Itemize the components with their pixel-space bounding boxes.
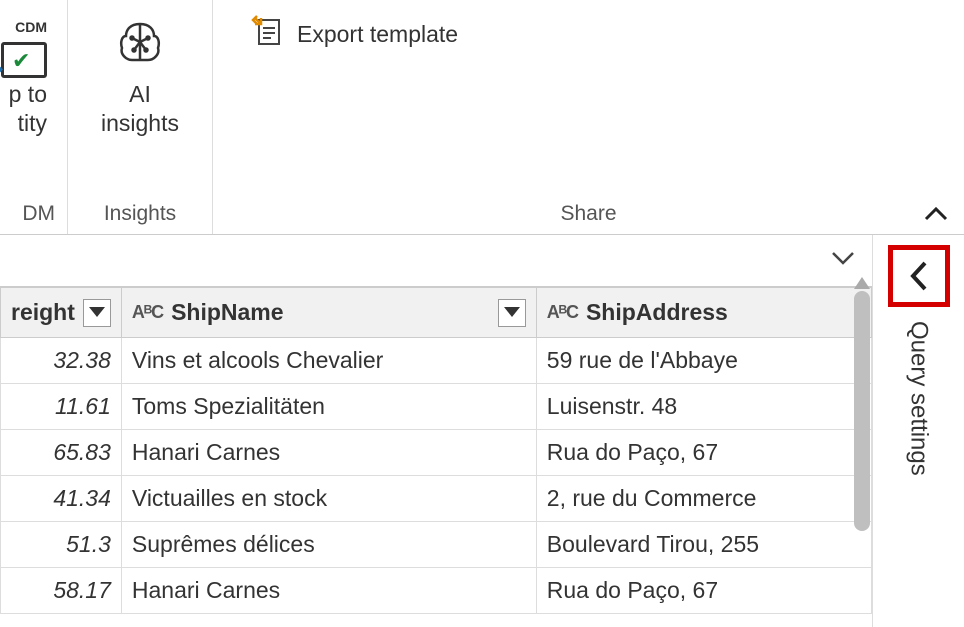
cell-shipname: Hanari Carnes <box>121 430 536 476</box>
cell-shipaddress: Luisenstr. 48 <box>536 384 871 430</box>
export-template-button[interactable]: Export template <box>241 8 468 60</box>
text-type-icon: AᴮC <box>132 302 163 323</box>
cdm-label-1: p to <box>9 80 47 109</box>
cell-freight: 58.17 <box>1 568 122 614</box>
column-label-shipname: ShipName <box>171 299 283 326</box>
data-area: reight AᴮC ShipName <box>0 235 964 627</box>
table-row[interactable]: 32.38 Vins et alcools Chevalier 59 rue d… <box>1 338 872 384</box>
filter-button-shipname[interactable] <box>498 299 526 327</box>
cdm-icon: CDM ➔ ✔ <box>1 14 47 74</box>
table-row[interactable]: 51.3 Suprêmes délices Boulevard Tirou, 2… <box>1 522 872 568</box>
ribbon: CDM ➔ ✔ p to tity DM <box>0 0 964 235</box>
formula-bar <box>0 235 872 287</box>
column-header-shipname[interactable]: AᴮC ShipName <box>121 288 536 338</box>
expand-query-settings-button[interactable] <box>888 245 950 307</box>
cdm-label-2: tity <box>9 109 47 138</box>
ribbon-group-share: Export template Share <box>213 0 964 234</box>
map-to-entity-button[interactable]: CDM ➔ ✔ p to tity <box>0 8 55 144</box>
group-label-cdm: DM <box>22 198 55 230</box>
cell-freight: 32.38 <box>1 338 122 384</box>
group-label-insights: Insights <box>104 198 176 230</box>
filter-button-freight[interactable] <box>83 299 111 327</box>
cell-shipname: Toms Spezialitäten <box>121 384 536 430</box>
export-template-label: Export template <box>297 21 458 48</box>
table-row[interactable]: 58.17 Hanari Carnes Rua do Paço, 67 <box>1 568 872 614</box>
column-header-freight[interactable]: reight <box>1 288 122 338</box>
cell-shipname: Suprêmes délices <box>121 522 536 568</box>
grid-wrap: reight AᴮC ShipName <box>0 235 872 627</box>
column-header-shipaddress[interactable]: AᴮC ShipAddress <box>536 288 871 338</box>
cell-shipaddress: 2, rue du Commerce <box>536 476 871 522</box>
brain-icon <box>112 14 168 74</box>
cell-shipname: Hanari Carnes <box>121 568 536 614</box>
chevron-left-icon <box>905 259 933 293</box>
data-grid: reight AᴮC ShipName <box>0 287 872 614</box>
ribbon-group-insights: AI insights Insights <box>68 0 213 234</box>
scroll-up-arrow-icon <box>854 277 870 289</box>
insights-label-2: insights <box>101 109 179 138</box>
cell-shipname: Vins et alcools Chevalier <box>121 338 536 384</box>
cell-freight: 41.34 <box>1 476 122 522</box>
query-settings-panel-collapsed: Query settings <box>872 235 964 627</box>
text-type-icon: AᴮC <box>547 302 578 323</box>
formula-dropdown-button[interactable] <box>824 243 862 278</box>
cell-shipaddress: 59 rue de l'Abbaye <box>536 338 871 384</box>
cell-shipaddress: Rua do Paço, 67 <box>536 430 871 476</box>
export-template-icon <box>251 14 285 54</box>
cell-shipaddress: Boulevard Tirou, 255 <box>536 522 871 568</box>
query-settings-label: Query settings <box>905 321 933 476</box>
scroll-thumb[interactable] <box>854 291 870 531</box>
vertical-scrollbar[interactable] <box>854 291 870 627</box>
header-row: reight AᴮC ShipName <box>1 288 872 338</box>
table-row[interactable]: 65.83 Hanari Carnes Rua do Paço, 67 <box>1 430 872 476</box>
cell-freight: 51.3 <box>1 522 122 568</box>
insights-label-1: AI <box>101 80 179 109</box>
ribbon-group-cdm: CDM ➔ ✔ p to tity DM <box>0 0 68 234</box>
column-label-shipaddress: ShipAddress <box>586 299 728 326</box>
cell-shipname: Victuailles en stock <box>121 476 536 522</box>
column-label-freight: reight <box>11 299 75 326</box>
table-row[interactable]: 11.61 Toms Spezialitäten Luisenstr. 48 <box>1 384 872 430</box>
cell-shipaddress: Rua do Paço, 67 <box>536 568 871 614</box>
group-label-share: Share <box>225 198 952 230</box>
formula-input[interactable] <box>10 244 824 278</box>
cell-freight: 11.61 <box>1 384 122 430</box>
ai-insights-button[interactable]: AI insights <box>93 8 187 144</box>
ribbon-collapse-button[interactable] <box>922 204 950 231</box>
table-row[interactable]: 41.34 Victuailles en stock 2, rue du Com… <box>1 476 872 522</box>
cell-freight: 65.83 <box>1 430 122 476</box>
